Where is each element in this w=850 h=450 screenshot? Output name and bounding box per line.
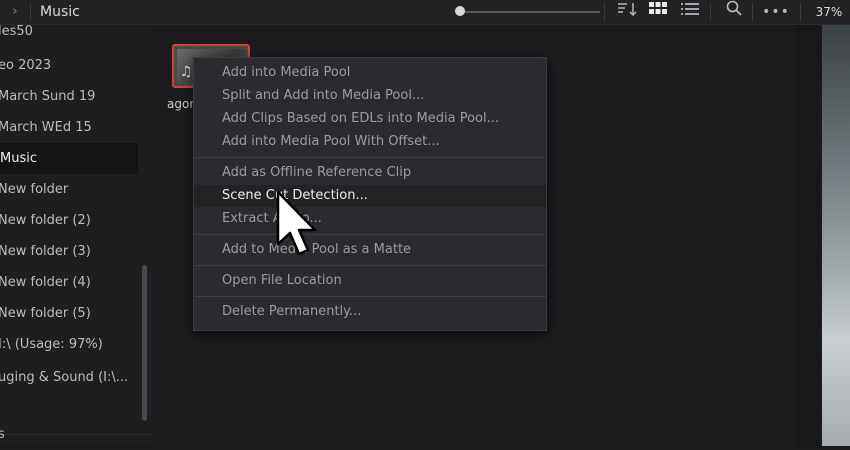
menu-separator <box>194 265 546 266</box>
menu-item-scene-cut-detection[interactable]: Scene Cut Detection... <box>194 185 546 207</box>
viewer-preview <box>822 25 850 446</box>
more-icon[interactable]: ••• <box>760 0 792 24</box>
sidebar-item[interactable]: s <box>0 419 136 450</box>
menu-item-add-as-matte[interactable]: Add to Media Pool as a Matte <box>194 239 546 261</box>
sidebar-item[interactable]: New folder (4) <box>0 267 136 298</box>
search-icon[interactable] <box>722 0 746 24</box>
toolbar-divider <box>752 3 753 21</box>
menu-separator <box>194 296 546 297</box>
menu-item-add-into-media-pool[interactable]: Add into Media Pool <box>194 62 546 84</box>
menu-item-add-with-offset[interactable]: Add into Media Pool With Offset... <box>194 131 546 153</box>
menu-item-delete-permanently[interactable]: Delete Permanently... <box>194 301 546 323</box>
sidebar-item[interactable]: New folder (5) <box>0 298 136 329</box>
sidebar-item[interactable]: March Sund 19 <box>0 81 136 112</box>
sidebar-item-drive[interactable]: I:\ (Usage: 97%) <box>0 329 136 360</box>
sidebar-item-drive[interactable]: uging & Sound (I:\... <box>0 362 136 393</box>
sidebar-item[interactable]: March WEd 15 <box>0 112 136 143</box>
thumbnail-size-slider[interactable] <box>460 11 600 13</box>
menu-item-split-and-add[interactable]: Split and Add into Media Pool... <box>194 85 546 107</box>
menu-item-add-clips-edl[interactable]: Add Clips Based on EDLs into Media Pool.… <box>194 108 546 130</box>
toolbar-divider <box>604 3 605 21</box>
slider-handle[interactable] <box>455 6 465 16</box>
menu-separator <box>194 157 546 158</box>
sidebar-item-music[interactable]: Music <box>0 143 138 174</box>
sidebar-item[interactable]: New folder (3) <box>0 236 136 267</box>
menu-separator <box>194 234 546 235</box>
menu-item-extract-audio[interactable]: Extract Audio... <box>194 208 546 230</box>
context-menu: Add into Media Pool Split and Add into M… <box>193 57 547 331</box>
list-view-icon[interactable] <box>678 0 702 24</box>
sidebar-scrollbar[interactable] <box>142 265 147 421</box>
panel-divider <box>798 25 820 446</box>
toolbar-divider <box>710 3 711 21</box>
sidebar-item[interactable]: eo 2023 <box>0 50 136 81</box>
menu-item-open-file-location[interactable]: Open File Location <box>194 270 546 292</box>
mouse-pointer-icon <box>276 190 317 256</box>
grid-view-icon[interactable] <box>646 0 670 24</box>
sidebar-item[interactable]: New folder <box>0 174 136 205</box>
music-note-icon: ♫ <box>180 64 193 80</box>
sidebar-item[interactable]: New folder (2) <box>0 205 136 236</box>
toolbar-divider <box>800 3 801 21</box>
sidebar-item[interactable]: les50 <box>0 16 136 47</box>
sort-icon[interactable] <box>614 0 640 24</box>
zoom-level[interactable]: 37% <box>808 0 850 24</box>
sidebar: les50 eo 2023 March Sund 19 March WEd 15… <box>0 24 152 446</box>
menu-item-add-offline-reference[interactable]: Add as Offline Reference Clip <box>194 162 546 184</box>
